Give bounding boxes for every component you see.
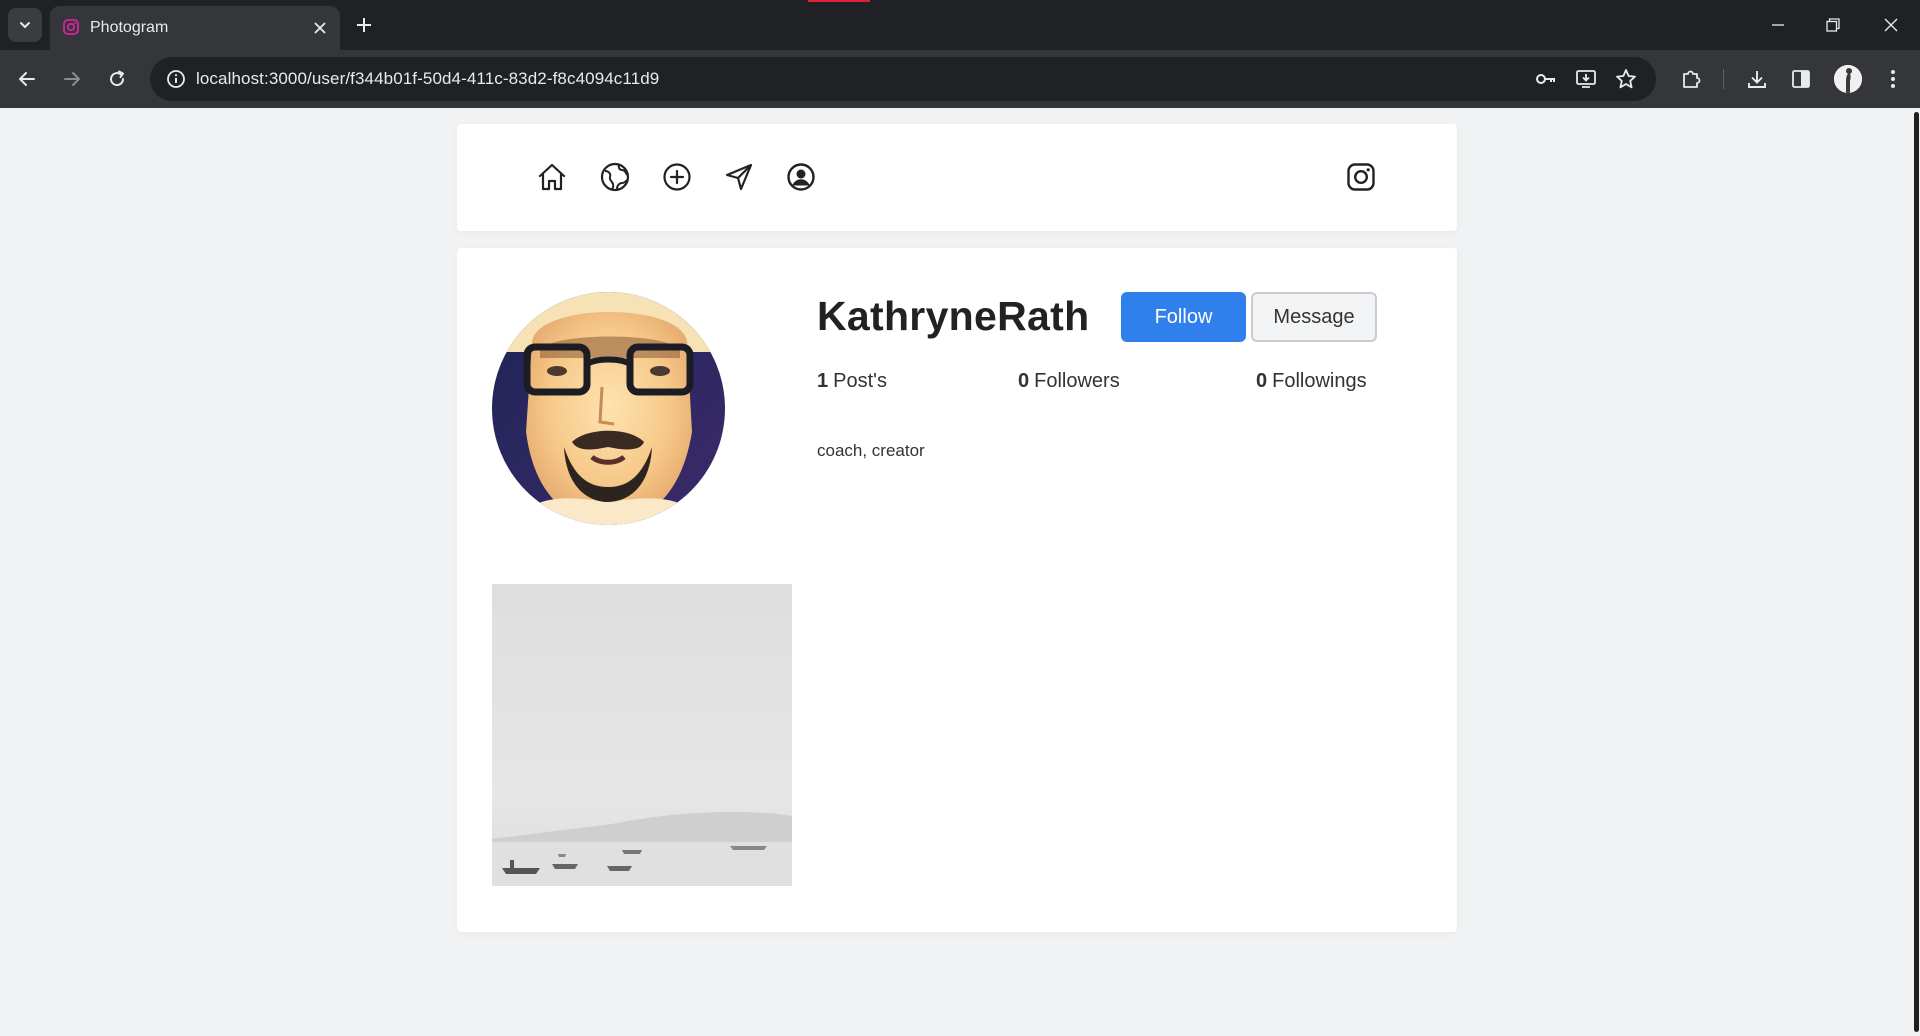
tab-close-button[interactable] xyxy=(310,18,330,38)
message-button[interactable]: Message xyxy=(1251,292,1377,342)
posts-count: 1 xyxy=(817,370,829,392)
arrow-left-icon xyxy=(19,72,35,86)
side-panel-icon xyxy=(1792,70,1810,88)
side-panel-button[interactable] xyxy=(1787,65,1815,93)
plus-icon xyxy=(357,18,371,32)
top-navigation xyxy=(457,124,1457,231)
browser-tab[interactable]: Photogram xyxy=(50,6,340,50)
direct-message-icon xyxy=(725,163,753,191)
arrow-right-icon xyxy=(64,72,80,86)
home-nav-button[interactable] xyxy=(535,160,569,194)
info-icon xyxy=(167,70,185,88)
forward-button[interactable] xyxy=(57,64,87,94)
downloads-button[interactable] xyxy=(1743,65,1771,93)
browser-tab-bar: Photogram xyxy=(0,0,1920,50)
post-thumbnail[interactable] xyxy=(492,584,792,886)
toolbar-separator xyxy=(1723,69,1724,89)
browser-toolbar: localhost:3000/user/f344b01f-50d4-411c-8… xyxy=(0,50,1920,108)
chrome-profile-avatar[interactable] xyxy=(1834,65,1862,93)
new-post-icon xyxy=(663,163,691,191)
instagram-icon xyxy=(1347,163,1375,191)
followings-count: 0 xyxy=(1256,370,1268,392)
back-button[interactable] xyxy=(12,64,42,94)
star-icon xyxy=(1616,69,1636,89)
reload-icon xyxy=(110,70,125,87)
profile-avatar xyxy=(492,292,725,525)
followings-stat[interactable]: 0 Followings xyxy=(1256,370,1367,393)
close-icon xyxy=(314,22,326,34)
chevron-down-icon xyxy=(20,22,30,29)
home-icon xyxy=(538,163,566,191)
more-vertical-icon xyxy=(1891,70,1895,88)
profile-nav-button[interactable] xyxy=(784,160,818,194)
tab-search-button[interactable] xyxy=(8,8,42,42)
explore-nav-button[interactable] xyxy=(598,160,632,194)
profile-card: KathryneRath Follow Message 1 Post's 0 Fol… xyxy=(457,248,1457,932)
restore-icon xyxy=(1826,18,1840,32)
posts-label: Post's xyxy=(833,370,887,392)
scrollbar-thumb[interactable] xyxy=(1914,112,1919,1032)
url-text[interactable]: localhost:3000/user/f344b01f-50d4-411c-8… xyxy=(196,69,659,89)
reload-button[interactable] xyxy=(102,64,132,94)
bookmark-button[interactable] xyxy=(1614,67,1638,91)
puzzle-icon xyxy=(1683,70,1701,88)
profile-username: KathryneRath xyxy=(817,293,1090,339)
brand-logo[interactable] xyxy=(1344,160,1378,194)
instagram-favicon-icon xyxy=(63,19,79,35)
extensions-button[interactable] xyxy=(1677,65,1705,93)
profile-bio: coach, creator xyxy=(817,441,925,460)
key-icon xyxy=(1536,74,1555,84)
minimize-button[interactable] xyxy=(1763,10,1793,40)
direct-nav-button[interactable] xyxy=(722,160,756,194)
address-bar[interactable]: localhost:3000/user/f344b01f-50d4-411c-8… xyxy=(150,57,1656,101)
profile-avatar-icon xyxy=(1834,65,1862,93)
profile-icon xyxy=(787,163,815,191)
tab-title: Photogram xyxy=(90,19,169,36)
explore-globe-icon xyxy=(600,162,630,192)
install-icon xyxy=(1576,70,1596,88)
chrome-menu-button[interactable] xyxy=(1879,65,1907,93)
minimize-icon xyxy=(1772,24,1784,26)
restore-button[interactable] xyxy=(1818,10,1848,40)
avatar-photo xyxy=(492,292,725,525)
follow-button[interactable]: Follow xyxy=(1121,292,1246,342)
download-icon xyxy=(1748,71,1766,88)
followers-stat[interactable]: 0 Followers xyxy=(1018,370,1120,393)
close-icon xyxy=(1884,18,1898,32)
new-tab-button[interactable] xyxy=(352,13,376,37)
install-app-button[interactable] xyxy=(1574,67,1598,91)
create-post-nav-button[interactable] xyxy=(660,160,694,194)
close-window-button[interactable] xyxy=(1876,10,1906,40)
followers-count: 0 xyxy=(1018,370,1030,392)
password-key-button[interactable] xyxy=(1534,67,1558,91)
posts-stat[interactable]: 1 Post's xyxy=(817,370,887,393)
media-indicator xyxy=(808,0,870,2)
site-info-button[interactable] xyxy=(164,67,188,91)
post-image xyxy=(492,584,792,886)
followers-label: Followers xyxy=(1034,370,1120,392)
followings-label: Followings xyxy=(1272,370,1367,392)
